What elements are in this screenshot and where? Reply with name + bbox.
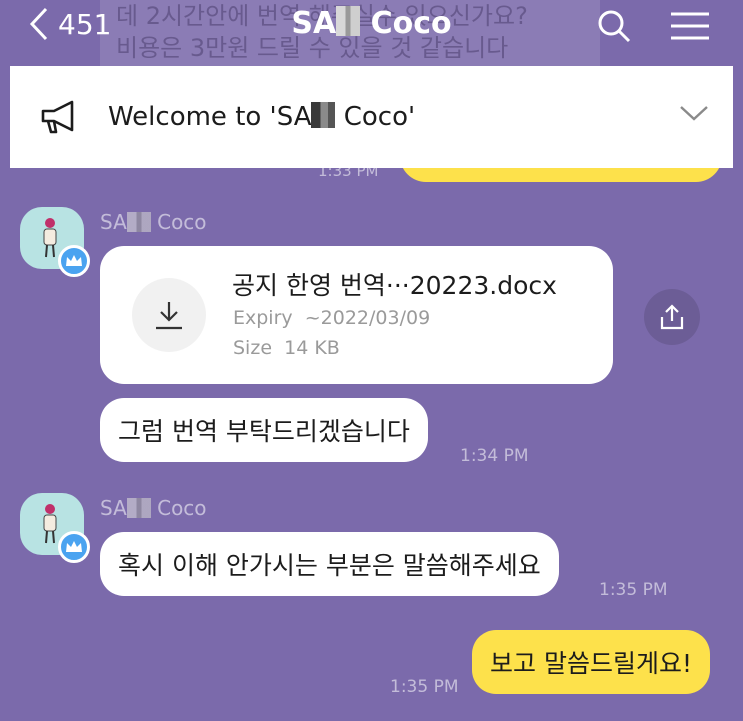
redacted-block	[126, 498, 151, 518]
message-time: 1:35 PM	[599, 580, 668, 600]
sender-name: SA Coco	[100, 496, 207, 520]
my-message-time: 1:35 PM	[390, 677, 459, 697]
notice-text-prefix: Welcome to 'SA	[108, 102, 312, 132]
file-size-label: Size	[233, 337, 273, 359]
download-icon	[156, 302, 182, 330]
megaphone-icon	[41, 100, 74, 134]
crown-badge	[58, 531, 90, 563]
sender-name-suffix: Coco	[157, 210, 207, 234]
message-bubble[interactable]: 혹시 이해 안가시는 부분은 말씀해주세요	[100, 532, 559, 596]
file-expiry-value: ~2022/03/09	[304, 307, 431, 329]
crown-icon	[66, 255, 82, 266]
notice-text: Welcome to 'SA Coco'	[108, 102, 415, 132]
download-button[interactable]	[132, 278, 206, 352]
chevron-down-icon[interactable]	[679, 104, 709, 122]
search-icon	[598, 10, 631, 43]
sender-name-prefix: SA	[100, 496, 127, 520]
redacted-block	[126, 212, 151, 232]
avatar[interactable]	[20, 493, 90, 563]
redacted-block	[311, 102, 336, 128]
sender-name: SA Coco	[100, 210, 207, 234]
redacted-block	[336, 6, 361, 36]
chat-title-suffix: Coco	[370, 6, 452, 41]
file-expiry: Expiry ~2022/03/09	[233, 307, 430, 329]
menu-button[interactable]	[670, 8, 710, 48]
menu-icon	[671, 12, 709, 40]
notice-text-suffix: Coco'	[343, 102, 416, 132]
file-size: Size 14 KB	[233, 337, 340, 359]
chat-title-prefix: SA	[291, 6, 337, 41]
sender-name-suffix: Coco	[157, 496, 207, 520]
sender-name-prefix: SA	[100, 210, 127, 234]
file-attachment-card[interactable]: 공지 한영 번역···20223.docx Expiry ~2022/03/09…	[100, 246, 613, 384]
message-bubble[interactable]: 그럼 번역 부탁드리겠습니다	[100, 398, 428, 462]
file-expiry-label: Expiry	[233, 307, 293, 329]
share-icon	[660, 304, 684, 330]
search-button[interactable]	[596, 8, 632, 48]
file-name: 공지 한영 번역···20223.docx	[232, 271, 557, 300]
file-size-value: 14 KB	[284, 337, 340, 359]
message-time: 1:34 PM	[460, 446, 529, 466]
crown-icon	[66, 541, 82, 552]
share-button[interactable]	[644, 289, 700, 345]
my-message-bubble[interactable]: 보고 말씀드릴게요!	[472, 630, 710, 694]
notice-banner[interactable]: Welcome to 'SA Coco'	[10, 66, 733, 168]
crown-badge	[58, 245, 90, 277]
avatar[interactable]	[20, 207, 90, 277]
chat-header: 451 SA Coco	[0, 0, 743, 52]
